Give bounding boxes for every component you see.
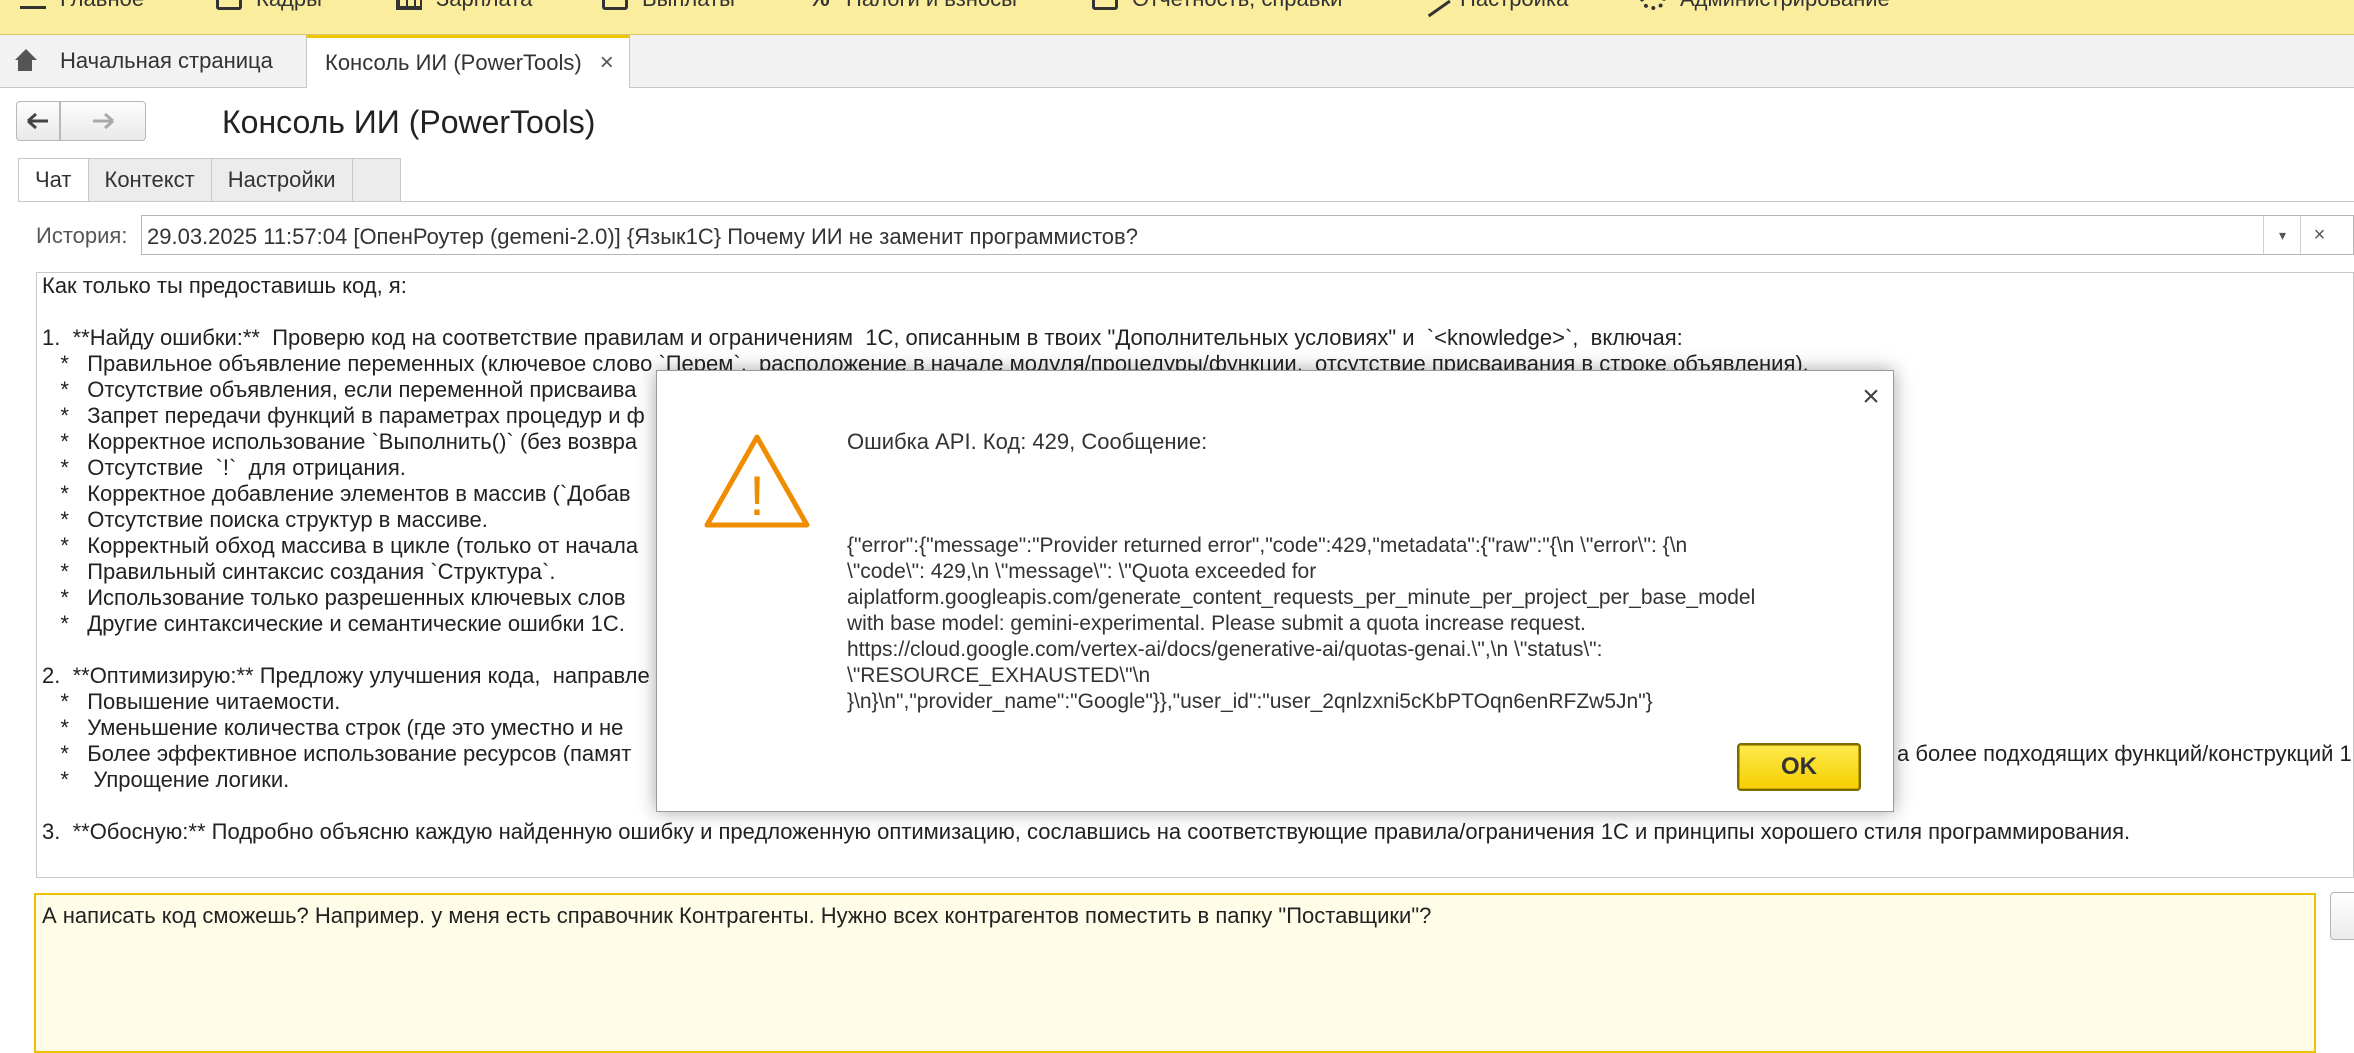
tab-home-page[interactable]: Начальная страница [0,35,300,86]
dialog-message-line: }\n}\n","provider_name":"Google"}},"user… [847,690,1653,713]
tab-chat[interactable]: Чат [18,158,89,202]
response-line: * Правильный синтаксис создания `Структу… [42,559,556,584]
forward-button[interactable] [60,101,146,141]
dialog-message-line: aiplatform.googleapis.com/generate_conte… [847,586,1756,609]
menu-lines-icon [20,0,46,10]
response-line: 1. **Найду ошибки:** Проверю код на соот… [42,325,1683,350]
response-line: * Уменьшение количества строк (где это у… [42,715,624,740]
warning-mark: ! [749,464,765,527]
people-icon [216,0,242,10]
history-label: История: [36,223,128,248]
arrow-left-icon [26,106,50,137]
menu-item-main[interactable]: Главное [20,0,144,14]
dialog-message-line: \"RESOURCE_EXHAUSTED\"\n [847,664,1151,687]
history-value: 29.03.2025 11:57:04 [ОпенРоутер (gemeni-… [147,224,1138,249]
dialog-heading: Ошибка API. Код: 429, Сообщение: [847,429,1208,454]
history-select[interactable]: 29.03.2025 11:57:04 [ОпенРоутер (gemeni-… [141,215,2354,255]
clear-icon[interactable]: × [2300,216,2338,254]
response-line: * Корректное использование `Выполнить()`… [42,429,638,454]
warning-icon: ! [701,431,813,531]
response-line: * Более эффективное использование ресурс… [42,741,632,766]
back-button[interactable] [16,101,60,141]
response-line-overflow: а более подходящих функций/конструкций 1 [1897,741,2352,766]
menu-item-salary[interactable]: Зарплата [396,0,532,14]
menu-item-reports[interactable]: Отчетность, справки [1092,0,1342,14]
response-line: * Корректный обход массива в цикле (толь… [42,533,639,558]
send-button[interactable] [2330,892,2354,940]
response-line: * Отсутствие поиска структур в массиве. [42,507,488,532]
menu-item-payments[interactable]: Выплаты [602,0,735,14]
chevron-down-icon[interactable]: ▾ [2263,216,2301,254]
response-line: * Повышение читаемости. [42,689,341,714]
home-icon [14,48,37,71]
response-line: * Использование только разрешенных ключе… [42,585,626,610]
menu-item-settings[interactable]: Настройка [1415,0,1568,17]
response-line: Как только ты предоставишь код, я: [42,273,407,298]
main-menu-bar: Главное Кадры Зарплата Выплаты % Налоги … [0,0,2354,35]
response-line: 3. **Обосную:** Подробно объясню каждую … [42,819,2131,844]
tab-settings[interactable]: Настройки [211,158,353,202]
menu-item-administration[interactable]: Администрирование [1640,0,1890,14]
message-input[interactable]: А написать код сможешь? Например. у меня… [34,893,2316,1053]
wrench-icon [1415,0,1451,17]
window-tabs-bar: Начальная страница Консоль ИИ (PowerTool… [0,35,2354,88]
tabs-divider [18,201,2354,202]
error-dialog: × ! Ошибка API. Код: 429, Сообщение: {"e… [656,370,1894,812]
dialog-message-line: {"error":{"message":"Provider returned e… [847,534,1688,557]
response-line: * Запрет передачи функций в параметрах п… [42,403,645,428]
response-line: * Отсутствие `!` для отрицания. [42,455,406,480]
calculator-icon [396,0,422,10]
report-icon [1092,0,1118,10]
response-line: * Корректное добавление элементов в масс… [42,481,631,506]
close-icon[interactable]: × [600,49,614,77]
dialog-message-line: with base model: gemini-experimental. Pl… [847,612,1586,635]
message-input-text: А написать код сможешь? Например. у меня… [42,903,1432,928]
form-tabs: Чат Контекст Настройки [18,158,401,202]
tab-context[interactable]: Контекст [88,158,212,202]
arrow-right-icon [91,106,115,137]
dialog-message-line: https://cloud.google.com/vertex-ai/docs/… [847,638,1603,661]
response-line: * Упрощение логики. [42,767,290,792]
percent-icon: % [806,0,832,11]
response-line: * Отсутствие объявления, если переменной… [42,377,637,402]
ok-button[interactable]: OK [1737,743,1861,791]
tab-empty[interactable] [352,158,401,202]
response-line: 2. **Оптимизирую:** Предложу улучшения к… [42,663,650,688]
wallet-icon [602,0,628,10]
close-icon[interactable]: × [1857,382,1885,412]
tab-ai-console[interactable]: Консоль ИИ (PowerTools) × [306,35,630,88]
page-title: Консоль ИИ (PowerTools) [222,104,596,140]
gear-icon [1640,0,1666,10]
dialog-message: {"error":{"message":"Provider returned e… [847,533,1857,715]
menu-item-taxes[interactable]: % Налоги и взносы [806,0,1017,14]
response-line: * Другие синтаксические и семантические … [42,611,625,636]
dialog-message-line: \"code\": 429,\n \"message\": \"Quota ex… [847,560,1317,583]
menu-item-staff[interactable]: Кадры [216,0,322,14]
